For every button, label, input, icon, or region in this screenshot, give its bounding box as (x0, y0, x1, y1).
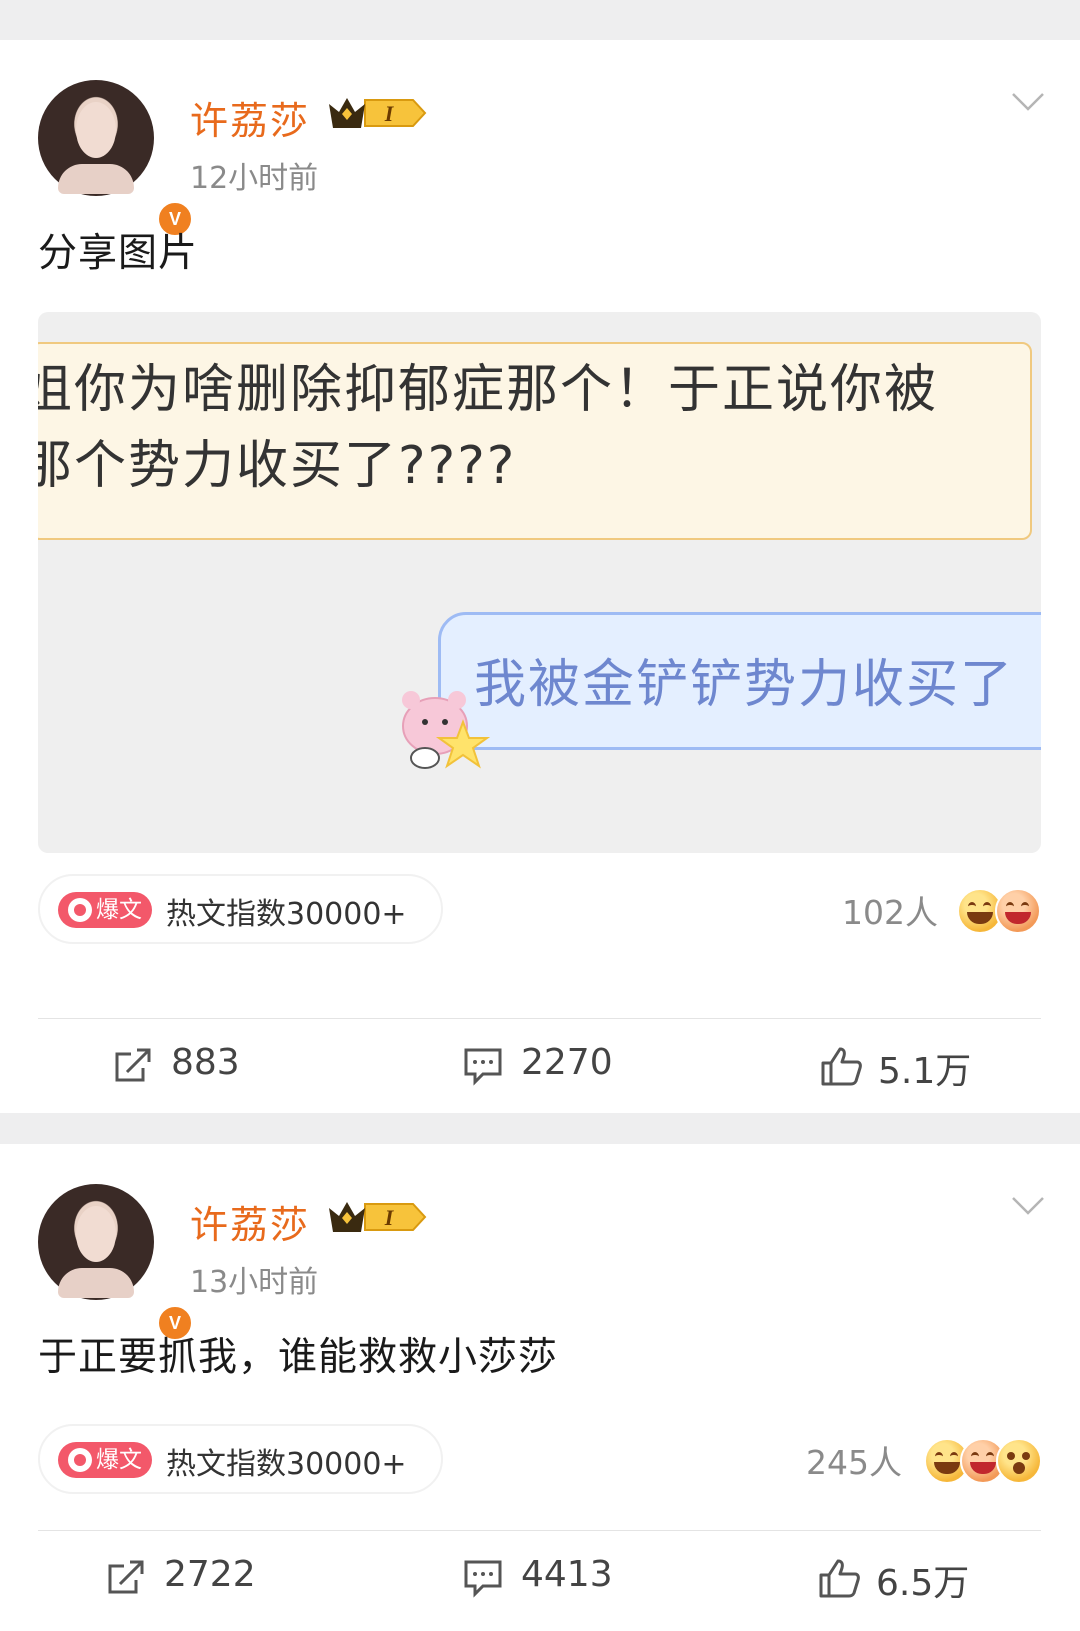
post-text: 分享图片 (38, 231, 199, 276)
hot-tag: 爆文 (58, 1442, 152, 1478)
vip-crown-icon[interactable]: I (325, 94, 429, 132)
like-button[interactable]: 6.5万 (818, 1554, 998, 1604)
repost-count: 883 (171, 1042, 240, 1083)
post-time: 12小时前 (190, 161, 319, 196)
hot-tag: 爆文 (58, 892, 152, 928)
comment-button[interactable]: 4413 (463, 1554, 643, 1604)
post-time: 13小时前 (190, 1265, 319, 1300)
avatar-shoulder (58, 1268, 134, 1298)
post-text: 于正要抓我，谁能救救小莎莎 (38, 1335, 559, 1380)
comment-count: 4413 (521, 1554, 613, 1595)
weibo-post[interactable]: V 许荔莎 I 12小时前 分享图片 姐你为啥删除抑郁症那个！于正说你被 那个势… (0, 40, 1080, 1113)
thumbs-up-icon (819, 1559, 860, 1598)
flame-icon (68, 1448, 92, 1472)
hot-index-badge[interactable]: 爆文 热文指数30000+ (38, 874, 443, 944)
chat-text-sent: 我被金铲铲势力收买了 (474, 655, 1015, 715)
user-avatar[interactable]: V (38, 80, 194, 238)
comment-count: 2270 (521, 1042, 613, 1083)
repost-button[interactable]: 2722 (106, 1554, 286, 1604)
vip-level: I (384, 101, 395, 126)
username[interactable]: 许荔莎 (190, 1194, 310, 1249)
reaction-count[interactable]: 245人 (806, 1436, 902, 1484)
flame-icon (68, 898, 92, 922)
chevron-down-icon[interactable] (1010, 1194, 1046, 1218)
avatar-face (76, 1206, 116, 1262)
vip-crown-icon[interactable]: I (325, 1198, 429, 1236)
hot-index-text: 热文指数30000+ (166, 1447, 407, 1482)
repost-button[interactable]: 883 (113, 1042, 273, 1092)
repost-count: 2722 (164, 1554, 256, 1595)
thumbs-up-icon (821, 1047, 862, 1086)
shared-image[interactable]: 姐你为啥删除抑郁症那个！于正说你被 那个势力收买了???? 我被金铲铲势力收买了 (38, 312, 1041, 853)
repost-icon (108, 1560, 144, 1594)
chat-text-received: 姐你为啥删除抑郁症那个！于正说你被 那个势力收买了???? (38, 360, 939, 496)
bear-star-sticker-icon (402, 691, 491, 769)
repost-icon (115, 1048, 151, 1082)
username[interactable]: 许荔莎 (190, 90, 310, 145)
like-button[interactable]: 5.1万 (820, 1042, 990, 1092)
like-count: 5.1万 (878, 1051, 972, 1092)
user-avatar[interactable]: V (38, 1184, 194, 1342)
laugh-emoji-icon (995, 888, 1041, 934)
divider (38, 1018, 1041, 1019)
hot-index-text: 热文指数30000+ (166, 897, 407, 932)
divider (38, 1530, 1041, 1531)
reaction-count[interactable]: 102人 (842, 886, 938, 934)
hot-index-badge[interactable]: 爆文 热文指数30000+ (38, 1424, 443, 1494)
comment-icon (464, 1560, 502, 1598)
avatar-shoulder (58, 164, 134, 194)
surprised-emoji-icon (996, 1438, 1042, 1484)
avatar-face (76, 102, 116, 158)
comment-button[interactable]: 2270 (463, 1042, 633, 1092)
like-count: 6.5万 (876, 1563, 970, 1604)
vip-level: I (384, 1205, 395, 1230)
comment-icon (464, 1048, 502, 1086)
chevron-down-icon[interactable] (1010, 90, 1046, 114)
weibo-post[interactable]: V 许荔莎 I 13小时前 于正要抓我，谁能救救小莎莎 爆文 热文指数30000… (0, 1144, 1080, 1631)
